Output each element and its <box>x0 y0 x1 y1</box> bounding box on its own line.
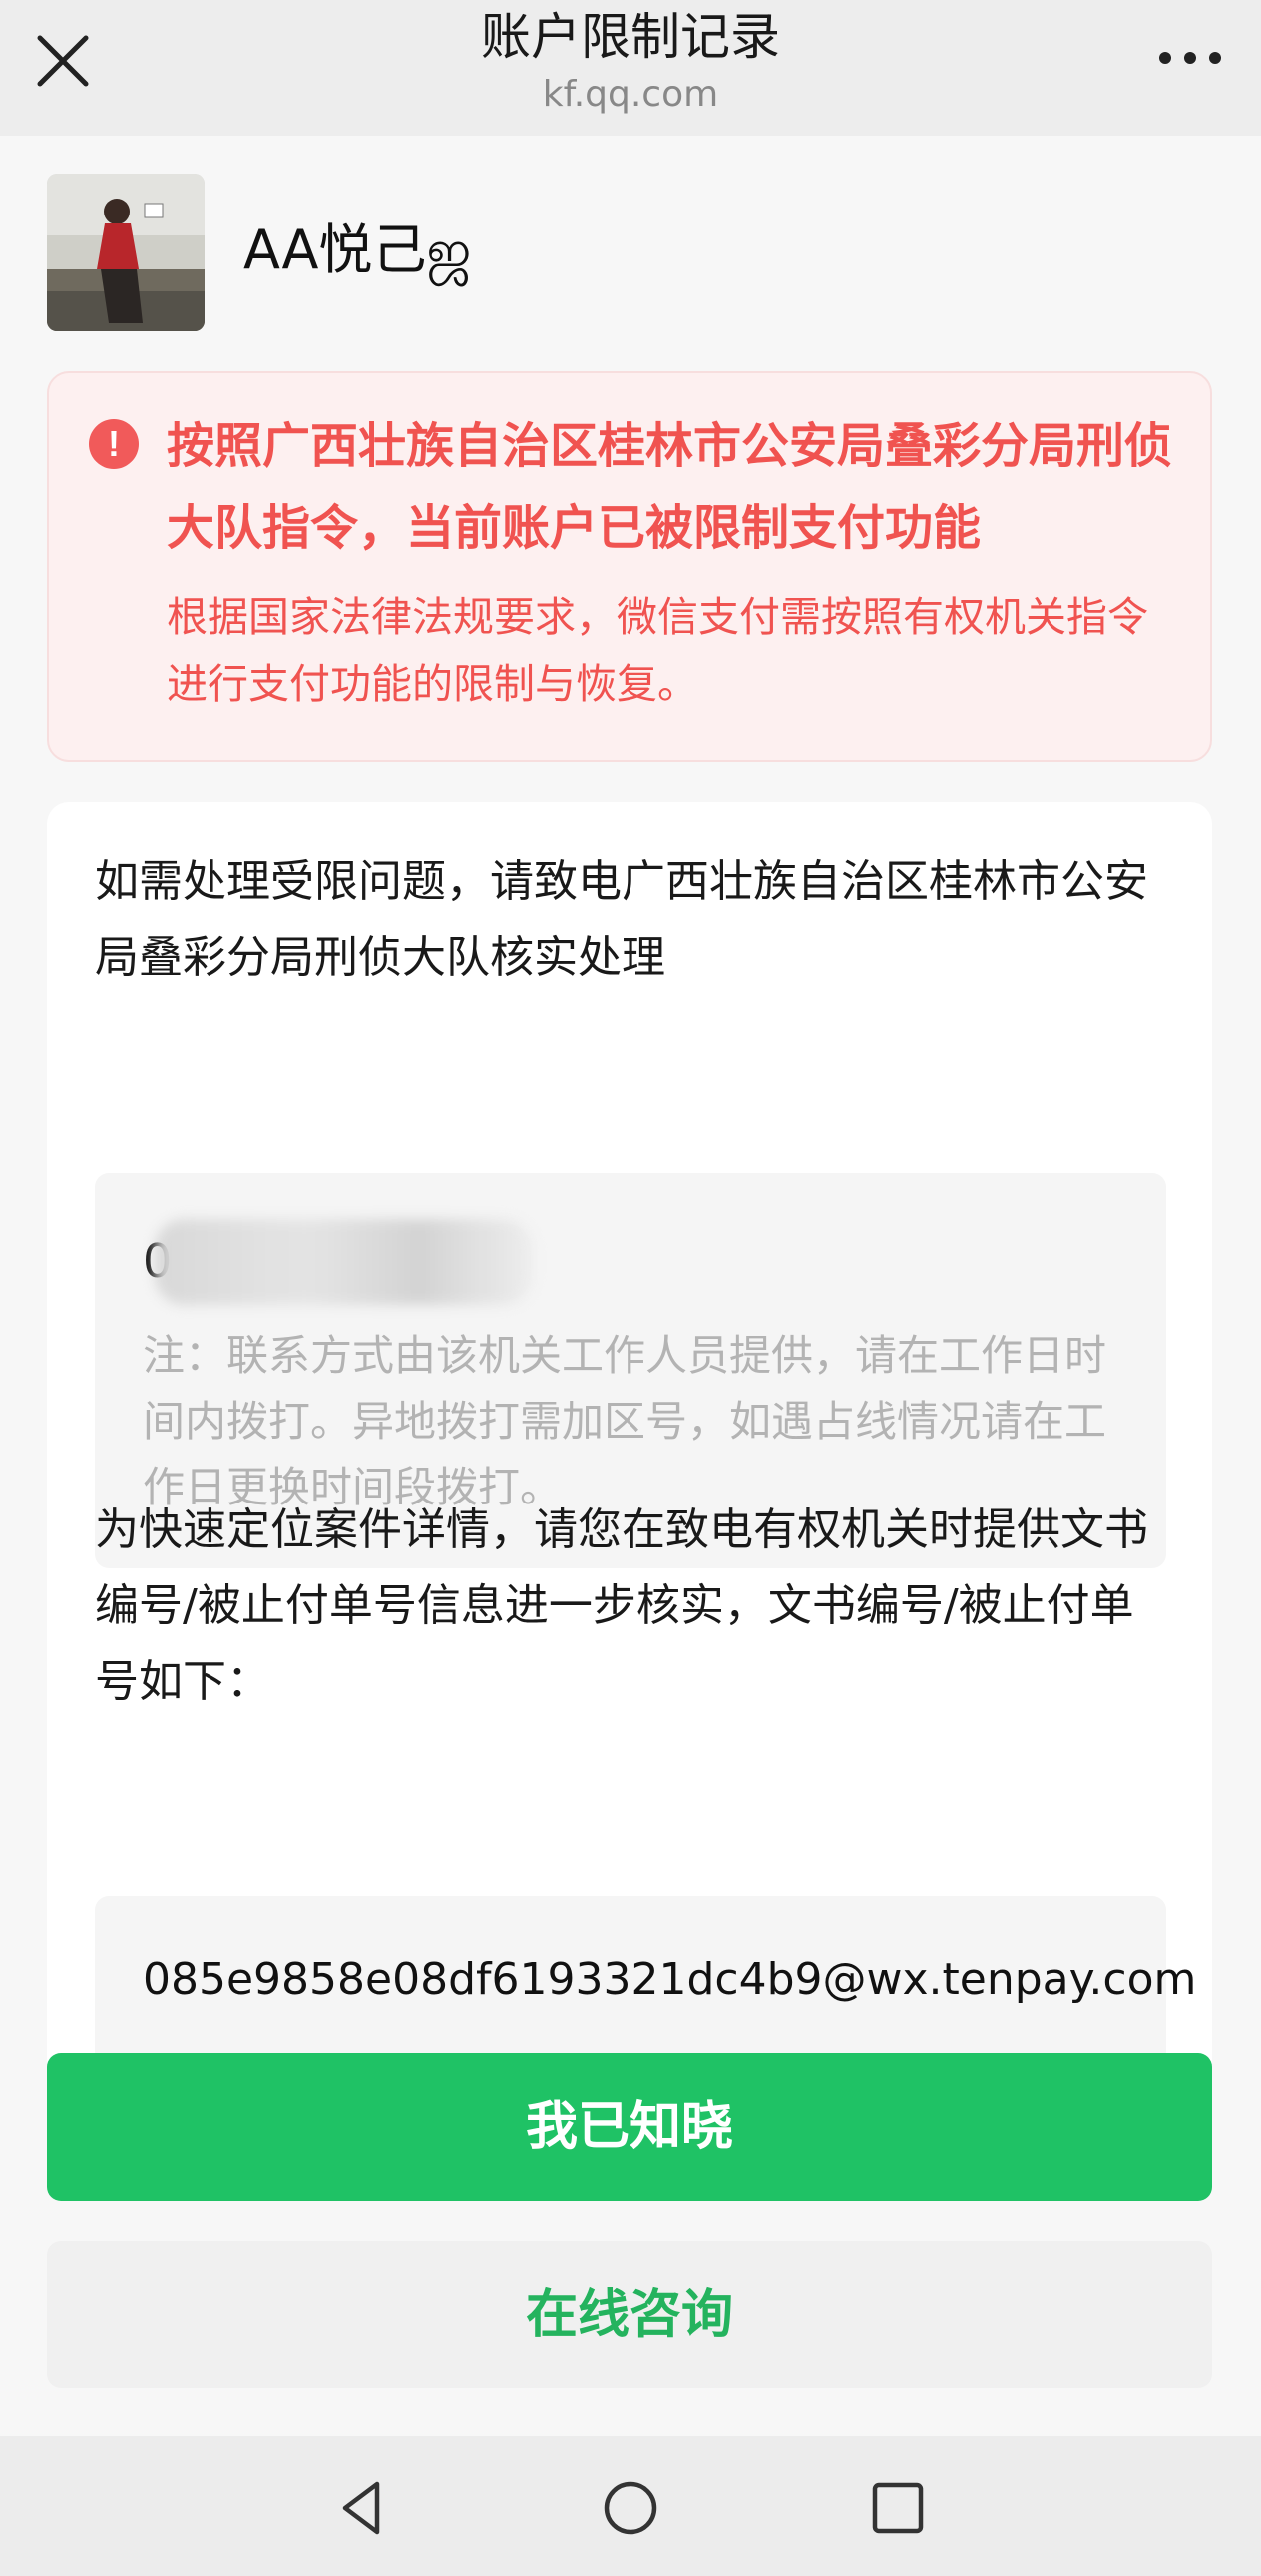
redacted-blur <box>155 1219 534 1305</box>
document-number[interactable]: 085e9858e08df6193321dc4b9@wx.tenpay.com <box>143 1935 1196 2025</box>
avatar[interactable] <box>47 174 205 331</box>
contact-note: 注：联系方式由该机关工作人员提供，请在工作日时间内拨打。异地拨打需加区号，如遇占… <box>143 1331 1107 1511</box>
contact-instruction: 如需处理受限问题，请致电广西壮族自治区桂林市公安局叠彩分局刑侦大队核实处理 <box>95 856 1148 983</box>
avatar-image <box>47 174 205 331</box>
square-recents-icon[interactable] <box>868 2478 928 2538</box>
system-nav-bar <box>0 2436 1261 2576</box>
exclamation-icon: ! <box>89 419 139 469</box>
alert-title: 按照广西壮族自治区桂林市公安局叠彩分局刑侦大队指令，当前账户已被限制支付功能 <box>167 418 1173 556</box>
triangle-back-icon[interactable] <box>333 2478 393 2538</box>
alert-description: 根据国家法律法规要求，微信支付需按照有权机关指令进行支付功能的限制与恢复。 <box>167 593 1148 708</box>
circle-home-icon[interactable] <box>601 2478 660 2538</box>
document-instruction: 为快速定位案件详情，请您在致电有权机关时提供文书编号/被止付单号信息进一步核实，… <box>95 1504 1148 1707</box>
restriction-alert: ! 按照广西壮族自治区桂林市公安局叠彩分局刑侦大队指令，当前账户已被限制支付功能… <box>47 371 1212 762</box>
page-domain: kf.qq.com <box>542 74 719 115</box>
page-title: 账户限制记录 <box>481 8 780 66</box>
username: AA悦己ஜ <box>243 218 472 281</box>
acknowledge-button[interactable]: 我已知晓 <box>47 2053 1212 2201</box>
online-consult-button[interactable]: 在线咨询 <box>47 2241 1212 2388</box>
page-content: AA悦己ஜ ! 按照广西壮族自治区桂林市公安局叠彩分局刑侦大队指令，当前账户已被… <box>0 136 1261 2436</box>
document-box: 085e9858e08df6193321dc4b9@wx.tenpay.com <box>95 1896 1196 2065</box>
more-dots-icon[interactable] <box>1155 38 1225 78</box>
info-card: 如需处理受限问题，请致电广西壮族自治区桂林市公安局叠彩分局刑侦大队核实处理 0 … <box>47 802 1212 2111</box>
top-nav-bar: 账户限制记录 kf.qq.com <box>0 0 1261 136</box>
